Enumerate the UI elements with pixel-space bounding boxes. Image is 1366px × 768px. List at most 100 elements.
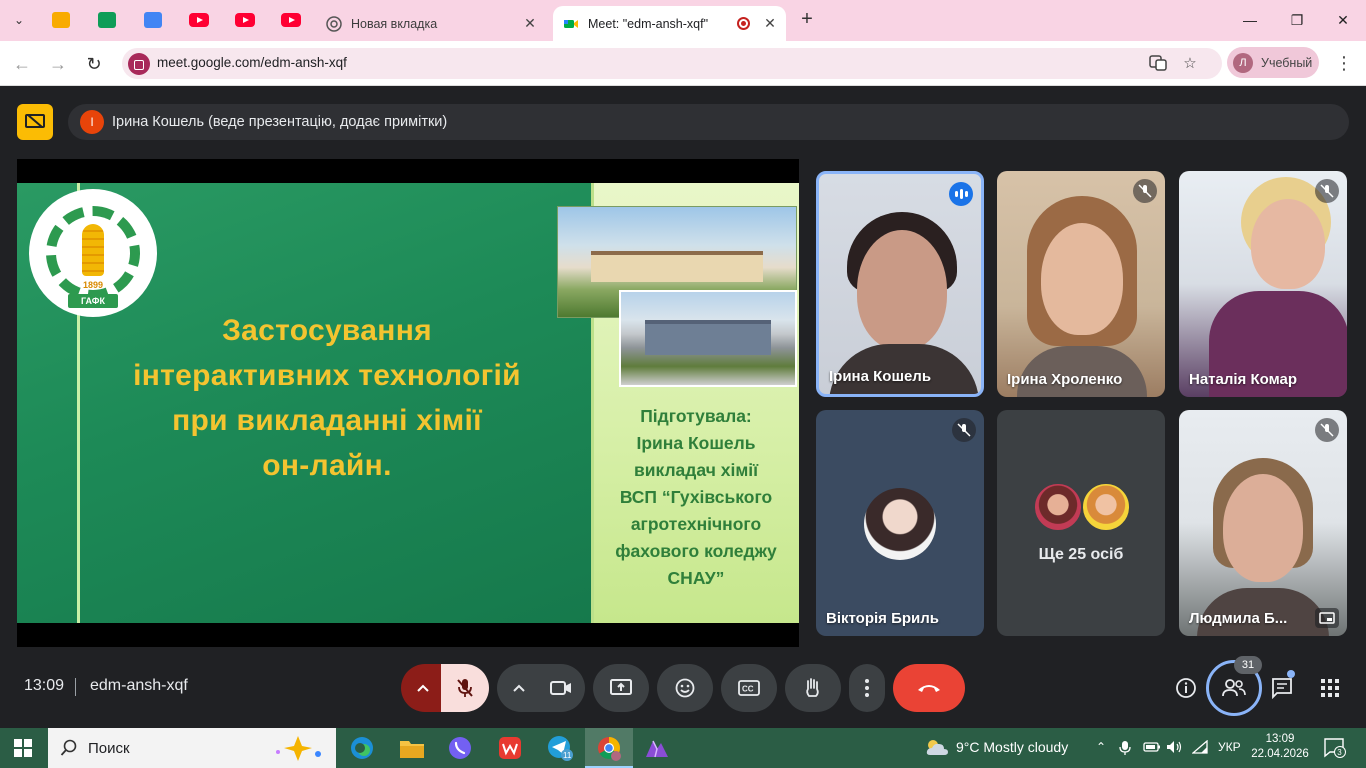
input-language[interactable]: УКР xyxy=(1218,740,1241,754)
mic-off-icon xyxy=(952,418,976,442)
chat-icon[interactable] xyxy=(1268,674,1296,702)
show-hidden-icons-chevron-icon[interactable]: ⌃ xyxy=(1096,740,1106,754)
wps-office-icon[interactable] xyxy=(496,734,524,762)
profile-avatar: Л xyxy=(1233,52,1253,73)
tab-search-chevron-icon[interactable]: ⌄ xyxy=(8,10,30,30)
reload-button[interactable]: ↻ xyxy=(81,51,107,77)
tab-new-tab[interactable]: Новая вкладка ✕ xyxy=(318,6,550,41)
tab-meet[interactable]: Meet: "edm-ansh-xqf" ✕ xyxy=(553,6,786,41)
search-icon xyxy=(60,739,77,756)
mic-off-icon xyxy=(1315,179,1339,203)
pinned-tab-youtube-icon[interactable] xyxy=(280,9,302,31)
weather-text: 9°C Mostly cloudy xyxy=(956,739,1069,755)
audio-options-button[interactable] xyxy=(401,664,445,712)
forward-button[interactable]: → xyxy=(45,51,71,77)
participant-tile[interactable]: Вікторія Бриль xyxy=(816,410,984,636)
pinned-tab-classroom-icon[interactable] xyxy=(50,9,72,31)
taskbar-search[interactable]: Поиск xyxy=(48,728,336,768)
chevron-up-icon xyxy=(513,684,525,692)
people-icon xyxy=(1222,679,1246,697)
captions-button[interactable]: CC xyxy=(721,664,777,712)
site-camera-icon[interactable] xyxy=(128,53,150,75)
microphone-toggle-button[interactable] xyxy=(441,664,489,712)
windows-taskbar: Поиск 11 9°C Mostly cloudy ⌃ УКР 13:09 2… xyxy=(0,728,1366,768)
taskbar-clock[interactable]: 13:09 22.04.2026 xyxy=(1250,732,1310,762)
participant-count-badge: 31 xyxy=(1234,656,1262,674)
camera-toggle-button[interactable] xyxy=(537,664,585,712)
notification-center-icon[interactable]: 3 xyxy=(1324,738,1346,758)
participant-avatar xyxy=(1081,482,1131,532)
participant-name: Людмила Б... xyxy=(1189,610,1288,627)
file-explorer-icon[interactable] xyxy=(398,734,426,762)
present-screen-icon xyxy=(610,679,632,695)
back-button[interactable]: ← xyxy=(9,51,35,77)
restore-button[interactable]: ❐ xyxy=(1274,8,1320,32)
search-highlight-icon xyxy=(276,736,321,761)
unread-indicator xyxy=(1287,670,1295,678)
chrome-icon xyxy=(326,15,342,32)
tab-label: Новая вкладка xyxy=(351,16,438,31)
reactions-button[interactable] xyxy=(657,664,713,712)
profile-name: Учебный xyxy=(1261,55,1313,70)
more-participants-tile[interactable]: Ще 25 осіб xyxy=(997,410,1165,636)
tab-label: Meet: "edm-ansh-xqf" xyxy=(588,16,709,31)
app-icon[interactable] xyxy=(643,734,671,762)
pinned-tab-classroom-green-icon[interactable] xyxy=(96,9,118,31)
weather-widget[interactable]: 9°C Mostly cloudy xyxy=(924,737,1068,757)
participant-tile[interactable]: Людмила Б... xyxy=(1179,410,1347,636)
captions-icon: CC xyxy=(738,680,760,696)
svg-text:3: 3 xyxy=(1337,748,1342,757)
minimize-button[interactable]: — xyxy=(1227,8,1273,32)
participant-avatar xyxy=(1033,482,1083,532)
url-text[interactable]: meet.google.com/edm-ansh-xqf xyxy=(157,55,347,70)
raise-hand-button[interactable] xyxy=(785,664,841,712)
close-window-button[interactable]: ✕ xyxy=(1320,8,1366,32)
participant-tile[interactable]: Наталія Комар xyxy=(1179,171,1347,397)
new-tab-button[interactable]: + xyxy=(796,9,818,31)
pinned-tab-classroom-blue-icon[interactable] xyxy=(142,9,164,31)
chevron-up-icon xyxy=(417,684,429,692)
presentation-view[interactable]: 1899 ГАФК Застосування інтерактивних тех… xyxy=(17,159,799,647)
windows-start-icon[interactable] xyxy=(14,739,32,757)
picture-in-picture-icon[interactable] xyxy=(1315,608,1339,628)
bookmark-star-icon[interactable]: ☆ xyxy=(1180,54,1200,74)
close-tab-icon[interactable]: ✕ xyxy=(760,15,780,32)
pinned-tab-youtube-icon[interactable] xyxy=(188,9,210,31)
presenter-avatar: І xyxy=(80,110,104,134)
recording-icon xyxy=(737,17,750,30)
battery-icon[interactable] xyxy=(1143,740,1161,757)
translate-icon[interactable] xyxy=(1148,54,1168,74)
browser-tab-bar: ⌄ Новая вкладка ✕ Meet: "edm-ansh-xqf" ✕… xyxy=(0,0,1366,41)
activities-icon[interactable] xyxy=(1316,674,1344,702)
camera-icon xyxy=(550,681,571,695)
present-screen-button[interactable] xyxy=(593,664,649,712)
participant-tile[interactable]: Ірина Хроленко xyxy=(997,171,1165,397)
browser-menu-icon[interactable]: ⋮ xyxy=(1335,51,1353,75)
edge-icon[interactable] xyxy=(348,734,376,762)
slide-author: Підготувала: Ірина Кошель викладач хімії… xyxy=(615,406,777,588)
network-icon[interactable] xyxy=(1191,739,1208,757)
meeting-info-icon[interactable] xyxy=(1172,674,1200,702)
volume-icon[interactable] xyxy=(1166,740,1184,757)
stop-presenting-icon[interactable] xyxy=(17,104,53,140)
leave-call-button[interactable] xyxy=(893,664,965,712)
mic-off-icon xyxy=(457,679,473,697)
chrome-taskbar-icon[interactable] xyxy=(595,734,623,762)
telegram-icon[interactable]: 11 xyxy=(546,734,574,762)
address-bar[interactable]: meet.google.com/edm-ansh-xqf ☆ xyxy=(122,48,1222,79)
viber-icon[interactable] xyxy=(446,734,474,762)
microphone-tray-icon[interactable] xyxy=(1119,740,1131,759)
participant-name: Вікторія Бриль xyxy=(826,610,939,627)
pinned-tab-youtube-icon[interactable] xyxy=(234,9,256,31)
more-participants-label: Ще 25 осіб xyxy=(1038,546,1124,563)
presentation-slide: 1899 ГАФК Застосування інтерактивних тех… xyxy=(17,183,799,623)
more-options-button[interactable] xyxy=(849,664,885,712)
college-building-photo xyxy=(619,290,797,387)
profile-button[interactable]: Л Учебный xyxy=(1227,47,1319,78)
close-tab-icon[interactable]: ✕ xyxy=(520,15,540,32)
participant-avatar xyxy=(864,488,936,560)
raise-hand-icon xyxy=(806,678,819,697)
participant-name: Ірина Хроленко xyxy=(1007,371,1123,388)
video-options-button[interactable] xyxy=(497,664,541,712)
participant-tile[interactable]: Ірина Кошель xyxy=(816,171,984,397)
